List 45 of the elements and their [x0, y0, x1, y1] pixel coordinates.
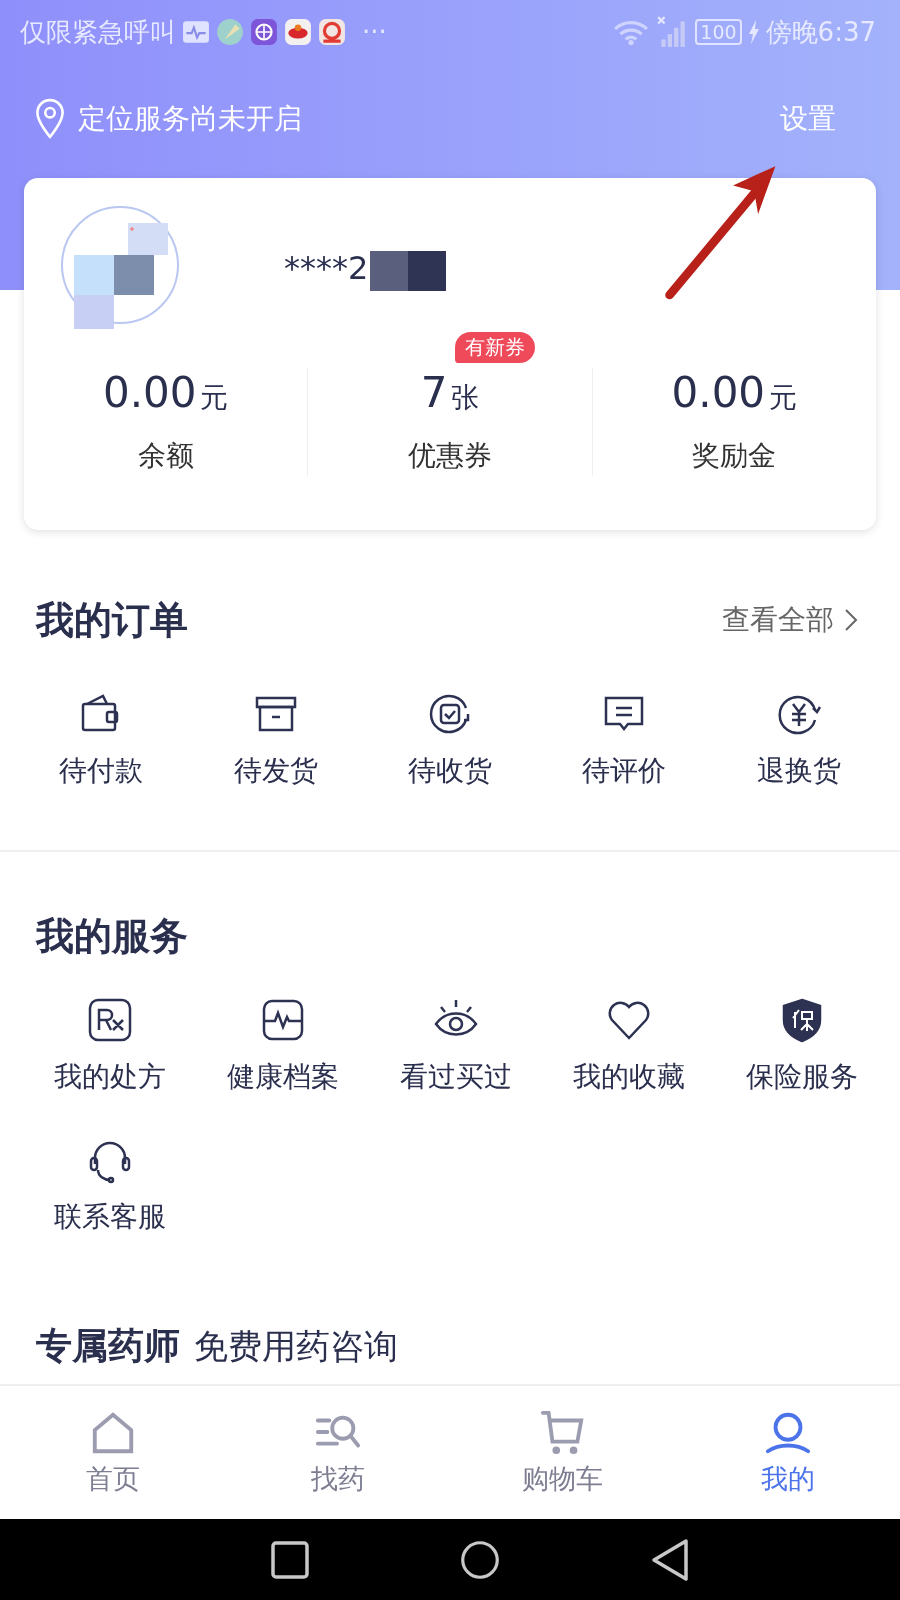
nav-tab[interactable]: 找药 [225, 1386, 450, 1519]
order-status-label[interactable]: 待付款 [59, 752, 144, 790]
order-status-label[interactable]: 待发货 [233, 752, 318, 790]
username: ****2 [284, 249, 369, 287]
more-notifications: ··· [362, 17, 387, 47]
stat-value: 0.00 [671, 368, 766, 417]
spiral-app-icon [318, 18, 346, 46]
stat-label[interactable]: 奖励金 [692, 437, 777, 475]
location-pin-icon [34, 98, 66, 140]
order-status-label[interactable]: 退换货 [756, 752, 841, 790]
eye-app-icon [284, 18, 312, 46]
new-coupon-badge: 有新券 [454, 332, 535, 363]
nav-tab[interactable]: 购物车 [450, 1386, 675, 1519]
section-title: 我的订单 [36, 596, 188, 644]
service-label[interactable]: 保险服务 [745, 1058, 858, 1096]
section-subtitle: 免费用药咨询 [194, 1325, 398, 1368]
wifi-icon [613, 18, 650, 46]
clock: 傍晚6:37 [765, 15, 876, 49]
service-label[interactable]: 看过买过 [400, 1058, 512, 1096]
order-status-label[interactable]: 待评价 [582, 752, 667, 790]
stat-label[interactable]: 余额 [137, 437, 194, 475]
stat-value: 7 [420, 368, 448, 417]
pulse-app-icon [182, 18, 210, 46]
section-title: 我的服务 [36, 912, 188, 960]
nav-tab[interactable]: 我的 [675, 1386, 900, 1519]
charging-icon [747, 20, 760, 44]
chevron-right-icon [844, 608, 858, 632]
globe-app-icon [250, 18, 278, 46]
stat-value: 0.00 [102, 368, 197, 417]
order-status-label[interactable]: 待收货 [408, 752, 492, 790]
view-all-link[interactable]: 查看全部 [722, 601, 834, 639]
nav-tab[interactable]: 首页 [0, 1386, 225, 1519]
stat-unit: 元 [200, 380, 229, 416]
service-label[interactable]: 我的收藏 [572, 1058, 685, 1096]
service-label[interactable]: 健康档案 [227, 1058, 340, 1096]
stat-unit: 张 [451, 380, 480, 416]
back-button[interactable] [650, 1537, 690, 1582]
stat-unit: 元 [769, 380, 798, 416]
battery-indicator: 100 [695, 19, 742, 45]
section-title: 专属药师 [36, 1324, 180, 1368]
app-icon [216, 18, 244, 46]
service-label[interactable]: 联系客服 [54, 1198, 167, 1236]
service-label[interactable]: 我的处方 [54, 1058, 167, 1096]
stat-label[interactable]: 优惠券 [408, 437, 492, 475]
status-text: 仅限紧急呼叫 [20, 15, 176, 49]
